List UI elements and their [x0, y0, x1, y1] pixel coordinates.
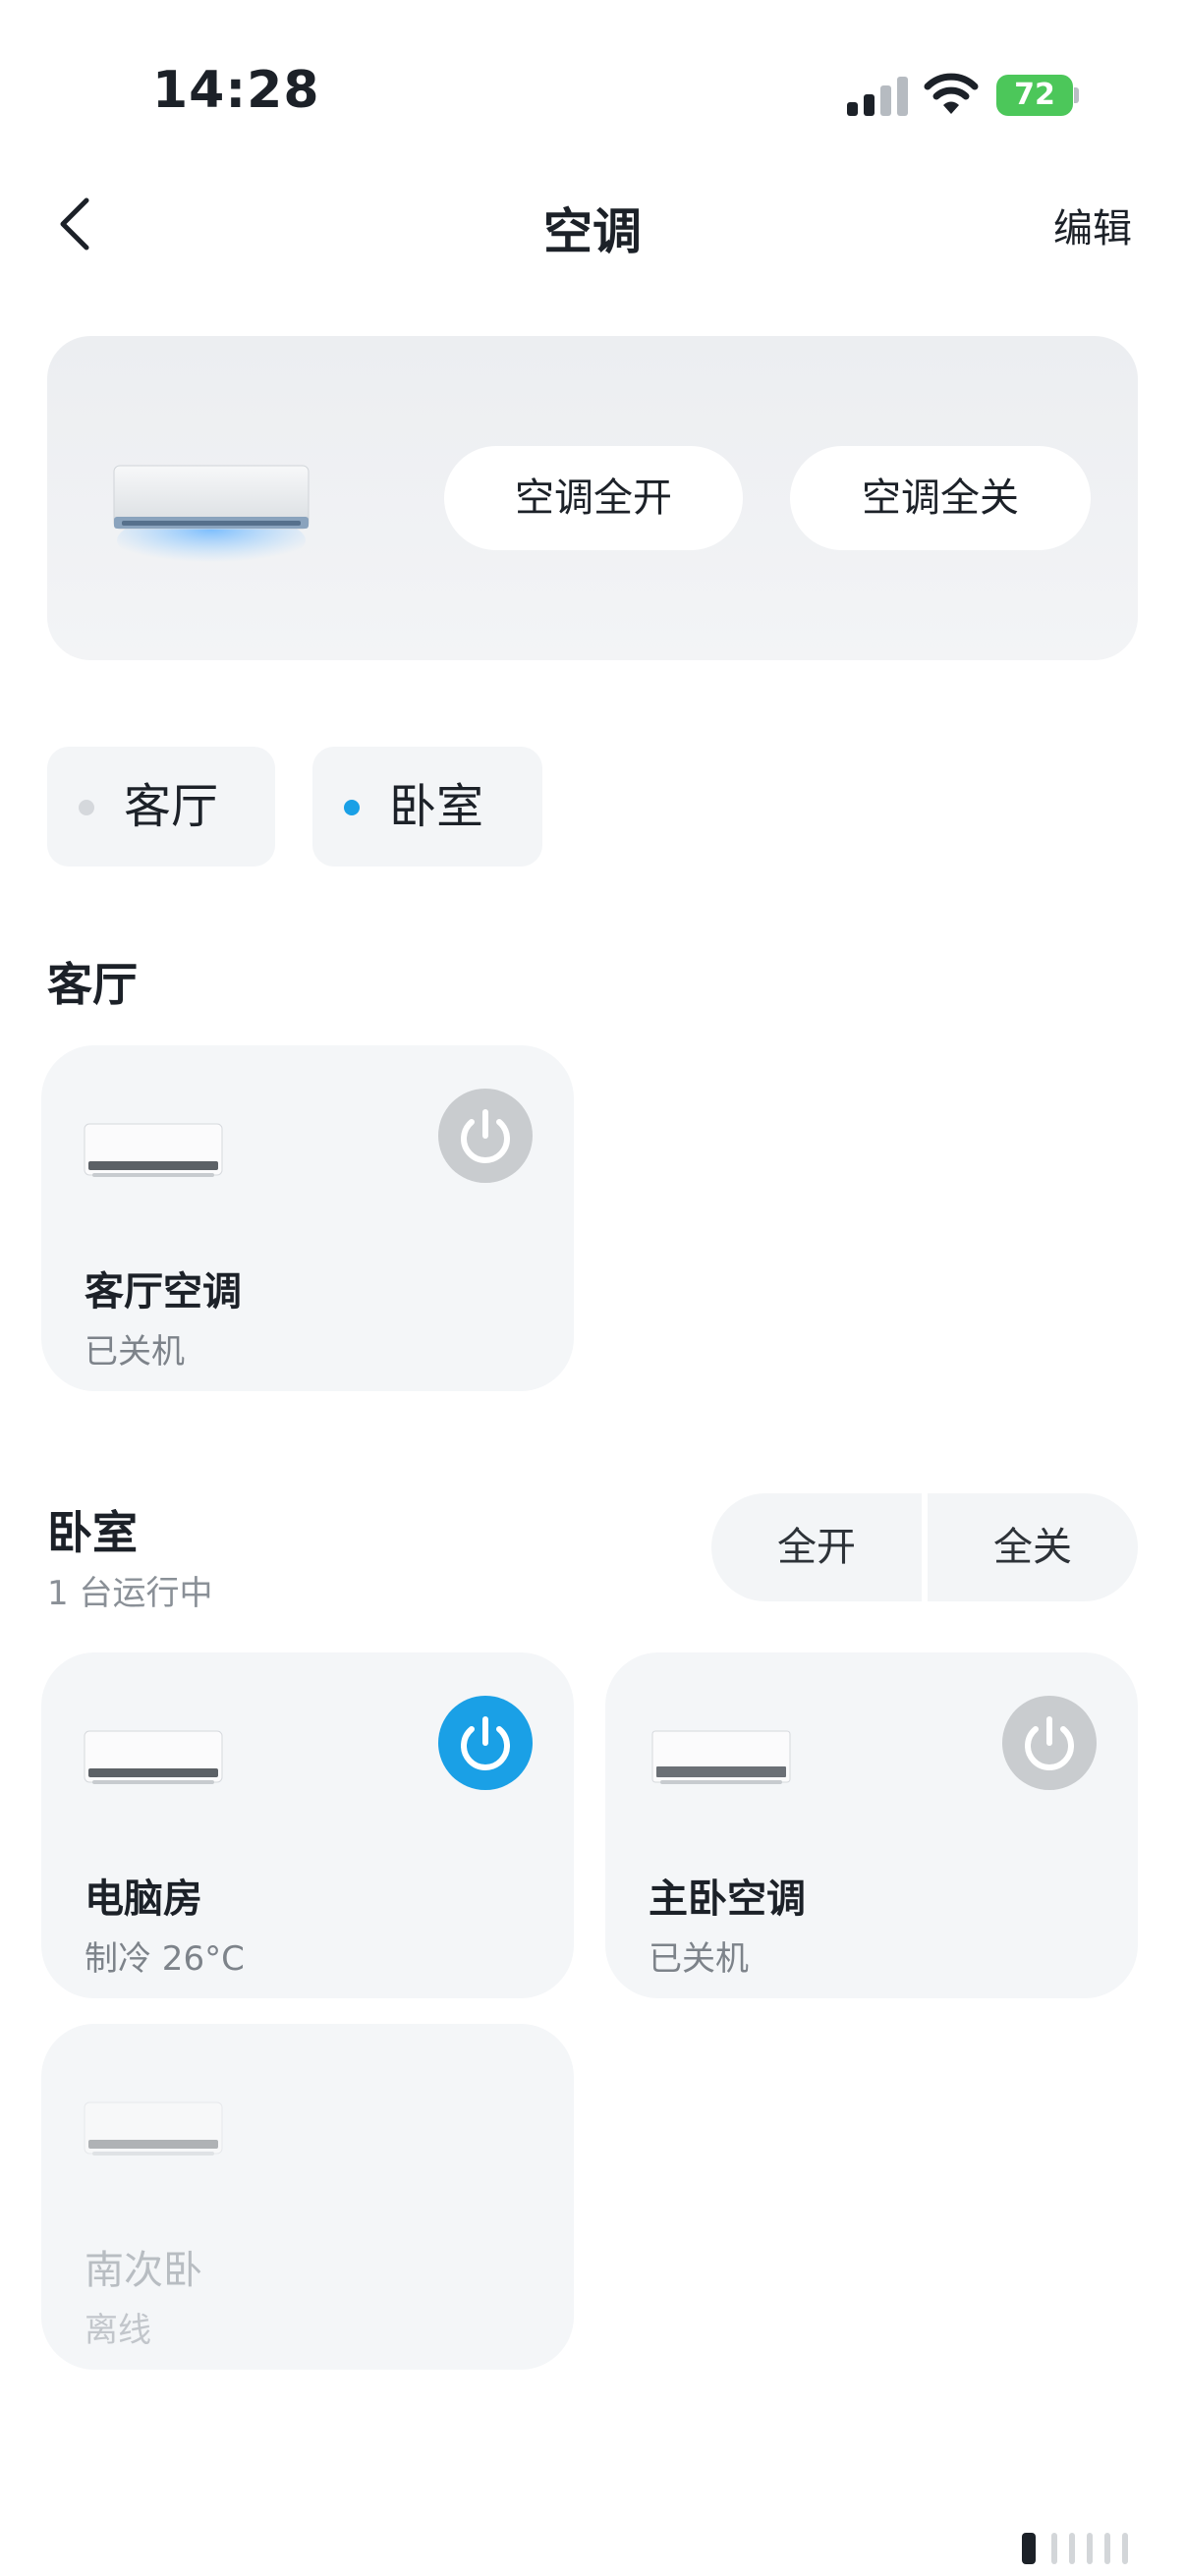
device-name: 主卧空调 [649, 1876, 806, 1922]
section-title-living: 客厅 [47, 958, 138, 1011]
room-chip-living[interactable]: 客厅 [47, 747, 275, 867]
device-card-computer-room[interactable]: 电脑房 制冷 26°C [41, 1652, 574, 1998]
section-title-bedroom: 卧室 [47, 1506, 138, 1559]
all-ac-off-button[interactable]: 空调全关 [790, 446, 1091, 550]
home-indicator [1022, 2533, 1128, 2564]
room-chip-label: 卧室 [389, 779, 484, 834]
device-name: 南次卧 [85, 2248, 202, 2293]
signal-icon [847, 77, 908, 116]
wifi-icon [924, 73, 979, 114]
bedroom-all-on-button[interactable]: 全开 [711, 1493, 922, 1601]
edit-button[interactable]: 编辑 [1053, 196, 1132, 253]
device-card-south-bedroom[interactable]: 南次卧 离线 [41, 2024, 574, 2370]
bedroom-all-off-button[interactable]: 全关 [928, 1493, 1138, 1601]
battery-icon: 72 [996, 75, 1079, 116]
power-button[interactable] [438, 1089, 533, 1183]
air-conditioner-icon [113, 465, 310, 568]
power-icon [461, 1109, 510, 1163]
device-state: 已关机 [649, 1939, 749, 1979]
air-conditioner-icon [84, 1730, 223, 1784]
page-title: 空调 [543, 203, 642, 260]
all-ac-on-button[interactable]: 空调全开 [444, 446, 743, 550]
room-chip-bedroom[interactable]: 卧室 [312, 747, 542, 867]
chip-dot [344, 800, 360, 815]
device-card-living-ac[interactable]: 客厅空调 已关机 [41, 1045, 574, 1391]
device-state: 已关机 [85, 1332, 185, 1372]
power-button[interactable] [1002, 1696, 1097, 1790]
device-name: 客厅空调 [85, 1269, 242, 1315]
device-name: 电脑房 [85, 1876, 202, 1922]
air-conditioner-icon [651, 1730, 791, 1784]
chip-dot [79, 800, 94, 815]
device-state: 制冷 26°C [85, 1939, 245, 1979]
power-icon [461, 1716, 510, 1770]
device-state: 离线 [85, 2311, 151, 2350]
air-conditioner-icon [84, 2101, 223, 2156]
status-time: 14:28 [152, 61, 320, 120]
power-button[interactable] [438, 1696, 533, 1790]
power-icon [1025, 1716, 1074, 1770]
air-conditioner-icon [84, 1123, 223, 1177]
device-card-master-bedroom[interactable]: 主卧空调 已关机 [605, 1652, 1138, 1998]
section-subtitle-bedroom: 1 台运行中 [47, 1574, 213, 1613]
room-chip-label: 客厅 [124, 779, 219, 834]
battery-level: 72 [996, 75, 1073, 116]
